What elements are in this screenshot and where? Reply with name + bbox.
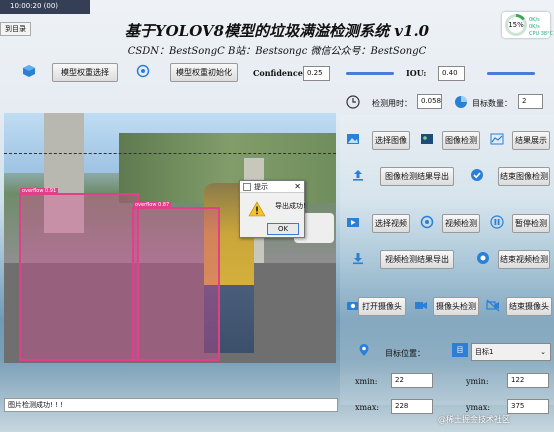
xmin-field[interactable]: 22 [391,373,433,388]
iou-input[interactable]: 0.40 [438,66,465,81]
cpu-temp: CPU 38°C [529,31,554,37]
ymin-field[interactable]: 122 [507,373,549,388]
chart-line-icon [490,132,504,146]
close-icon[interactable]: ✕ [294,181,301,193]
target-position-label: 目标位置： [385,349,425,358]
chevron-down-icon: ⌄ [540,348,546,356]
detection-image: overflow 0.91 overflow 0.87 [4,113,336,363]
check-circle-icon [470,168,484,182]
init-model-button[interactable]: 模型权重初始化 [170,63,238,82]
count-value: 2 [518,94,543,109]
upload-icon [351,168,365,182]
video-detect-button[interactable]: 视频检测 [442,214,480,233]
show-result-button[interactable]: 结果展示 [512,131,550,150]
ymax-label: ymax: [466,403,491,412]
camera-off-icon [486,298,500,312]
time-label: 检测用时： [372,99,412,108]
detection-box: overflow 0.87 [132,202,220,361]
end-video-detect-button[interactable]: 结束视频检测 [498,250,550,269]
export-image-result-button[interactable]: 图像检测结果导出 [380,167,454,186]
select-image-button[interactable]: 选择图像 [372,131,410,150]
timestamp: 10:00:20 (00) [10,2,59,10]
location-pin-icon [357,343,371,357]
dialog-message: 导出成功! [275,202,306,210]
video-detect-icon [420,215,434,229]
dialog-title-text: 提示 [254,183,268,191]
app-title: 基于YOLOV8模型的垃圾满溢检测系统 v1.0 [124,22,430,40]
confidence-label: Confidence: [253,68,306,78]
watermark: @稀土掘金技术社区 [438,415,510,424]
net-down: 0K/s [529,24,540,30]
image-icon [346,132,360,146]
xmax-label: xmax: [355,403,380,412]
app-subtitle: CSDN：BestSongC B站：Bestsongc 微信公众号：BestSo… [127,46,427,57]
export-video-result-button[interactable]: 视频检测结果导出 [380,250,454,269]
target-select-value: 目标1 [475,348,494,356]
close-camera-button[interactable]: 结束摄像头 [506,297,552,316]
ok-button[interactable]: OK [267,223,299,235]
ymax-field[interactable]: 375 [507,399,549,414]
detection-label: overflow 0.87 [133,202,172,208]
iou-label: IOU: [406,68,427,78]
pie-chart-icon [454,95,468,109]
image-detect-button[interactable]: 图像检测 [442,131,480,150]
ymin-label: ymin: [466,377,489,386]
video-camera-icon [414,298,428,312]
confidence-slider[interactable] [346,72,394,75]
net-stats: 0K/s 0K/s CPU 38°C [529,17,553,38]
settings-target-icon [136,64,150,78]
message-dialog: 提示 ✕ 导出成功! OK [239,180,306,238]
clock-icon [346,95,360,109]
pause-icon [490,215,504,229]
confidence-input[interactable]: 0.25 [303,66,330,81]
fence [4,153,336,157]
warning-icon [248,201,266,219]
pause-detect-button[interactable]: 暂停检测 [512,214,550,233]
iou-slider[interactable] [487,72,535,75]
detection-box: overflow 0.91 [19,188,139,361]
net-up: 0K/s [529,17,540,23]
open-camera-button[interactable]: 打开摄像头 [358,297,406,316]
performance-gauge: 15% 0K/s 0K/s CPU 38°C [502,12,553,38]
download-icon [351,251,365,265]
camera-detect-button[interactable]: 摄像头检测 [433,297,479,316]
image-detect-icon [420,132,434,146]
stop-circle-icon [476,251,490,265]
gauge-percent: 15% [508,17,524,33]
target-badge-icon: 目 [452,343,468,357]
target-select[interactable]: 目标1 ⌄ [471,343,551,361]
detection-label: overflow 0.91 [20,188,59,194]
select-video-button[interactable]: 选择视频 [372,214,410,233]
xmax-field[interactable]: 228 [391,399,433,414]
app-icon [243,183,251,193]
time-value: 0.058 [417,94,442,109]
status-bar: 图片检测成功! ! ! [4,398,338,412]
cube-icon [22,64,36,78]
cpu-ring: 15% [505,14,527,36]
video-file-icon [346,215,360,229]
count-label: 目标数量： [472,99,512,108]
select-model-button[interactable]: 模型权重选择 [52,63,118,82]
xmin-label: xmin: [355,377,378,386]
end-image-detect-button[interactable]: 结束图像检测 [498,167,550,186]
